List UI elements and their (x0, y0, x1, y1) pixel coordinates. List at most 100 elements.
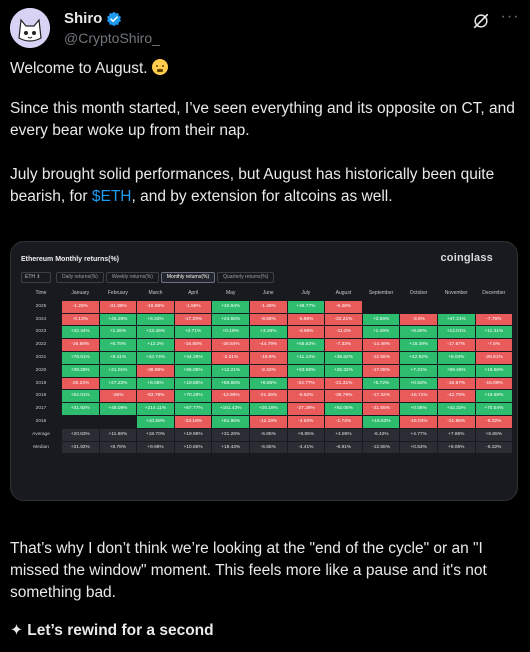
table-cell: -17.67% (437, 339, 475, 351)
table-cell: +8.78% (99, 339, 137, 351)
table-cell: +18.70% (137, 428, 174, 441)
table-cell: -8.68% (249, 313, 287, 326)
table-cell: +26.19% (249, 403, 287, 415)
table-cell: -21.95% (437, 415, 475, 428)
table-cell: +67.77% (174, 403, 212, 415)
table-cell: +0.53% (400, 441, 437, 454)
returns-tabs: Daily returns(%) Weekly returns(%) Monthly… (56, 272, 276, 283)
table-row: 2020 +39.28% +21.01% -38.98% +55.06% +12.21% -… (21, 364, 513, 377)
table-cell: -15.09% (475, 377, 513, 390)
row-label: 2017 (35, 406, 47, 412)
table-cell: +10.66% (174, 441, 212, 454)
row-label: 2023 (35, 329, 47, 335)
table-cell: -3.6% (400, 313, 437, 326)
table-cell: -31.95% (99, 300, 137, 313)
table-cell: +92.06% (325, 403, 362, 415)
row-label: 2022 (35, 342, 47, 348)
table-cell (62, 416, 99, 428)
table-cell: -0.13% (62, 313, 99, 326)
table-cell: +56.62% (287, 339, 325, 351)
table-cell: +11.14% (287, 351, 325, 364)
table-cell: -7.33% (325, 339, 362, 351)
table-cell: -15.9% (249, 351, 287, 364)
tweet-paragraph-4: That’s why I don’t think we’re looking a… (10, 540, 487, 601)
table-cell: -22.21% (325, 313, 362, 326)
grok-icon[interactable] (472, 12, 490, 30)
table-cell: +8.86% (249, 377, 287, 390)
column-header: June (262, 290, 274, 296)
table-cell: -6.91% (325, 441, 362, 454)
table-cell: +0.16% (212, 326, 249, 339)
table-cell: +5.72% (362, 377, 400, 390)
table-cell: -24.77% (287, 377, 325, 390)
table-cell: +78.51% (62, 351, 99, 364)
table-cell: -12.55% (362, 441, 400, 454)
display-name[interactable]: Shiro (64, 10, 102, 27)
table-cell: +19.66% (475, 364, 513, 377)
returns-tab: Daily returns(%) (56, 272, 104, 283)
asset-select-value: ETH (25, 274, 35, 280)
table-cell: +46.28% (99, 313, 137, 326)
table-row: Average +20.63% +11.68% +18.70% +19.98% +31.2… (21, 428, 513, 441)
table-cell: -6.82% (287, 390, 325, 403)
table-cell: +19.98% (174, 428, 212, 441)
table-row: 2018 +52.01% -26% -53.79% +70.29% -13.96% -21.… (21, 390, 513, 403)
row-label: 2020 (35, 367, 47, 373)
column-header: December (482, 290, 506, 296)
table-cell: -21.36% (249, 390, 287, 403)
table-cell: -1.28% (62, 300, 99, 313)
column-header: March (148, 290, 163, 296)
table-cell: +70.54% (475, 403, 513, 415)
table-cell: -7.76% (475, 313, 513, 326)
more-options-icon[interactable]: ··· (500, 9, 520, 30)
table-cell: +8.06% (437, 441, 475, 454)
table-cell: -23.18% (174, 415, 212, 428)
paragraph-1-text: Welcome to August. (10, 60, 148, 77)
table-cell: +70.29% (174, 390, 212, 403)
table-cell: -44.79% (249, 339, 287, 351)
eth-cashtag-link[interactable]: $ETH (92, 188, 132, 205)
table-cell: +25.32% (325, 364, 362, 377)
table-row: 2023 +32.44% +1.26% +13.46% +2.71% +0.16% +3.2… (21, 326, 513, 339)
table-cell: +10.58% (137, 415, 174, 428)
table-cell: -1.49% (249, 300, 287, 313)
table-cell: +6.85% (475, 428, 513, 441)
table-cell: -42.79% (437, 390, 475, 403)
table-cell (476, 301, 513, 313)
table-cell: +40.84% (212, 300, 249, 313)
table-row: 2021 +78.51% +8.41% +34.74% +44.29% -2.31% -15… (21, 351, 513, 364)
handle[interactable]: @CryptoShiro_ (64, 30, 160, 46)
table-cell: -7.6% (475, 339, 513, 351)
table-cell: -12.55% (362, 351, 400, 364)
returns-table-image[interactable]: Ethereum Monthly returns(%) coinglass ET… (10, 241, 518, 501)
column-header: February (107, 290, 128, 296)
avatar[interactable] (10, 8, 50, 48)
column-header: July (301, 290, 311, 296)
table-cell: +31.28% (212, 428, 249, 441)
table-cell: +8.41% (99, 351, 137, 364)
table-cell: -36.79% (325, 390, 362, 403)
table-cell: -5.88% (287, 313, 325, 326)
table-cell: -18.69% (137, 300, 174, 313)
table-cell (400, 301, 437, 313)
returns-tab: Weekly returns(%) (105, 272, 159, 283)
table-cell: +47.31% (437, 313, 475, 326)
table-cell: +32.44% (62, 326, 99, 339)
table-cell: +16.53% (362, 415, 400, 428)
table-cell: -16.67% (437, 377, 475, 390)
row-label: 2024 (35, 316, 47, 322)
table-cell: -11.2% (325, 326, 362, 339)
table-cell: +21.01% (99, 364, 137, 377)
table-cell: -6.32% (475, 441, 513, 454)
table-cell: +161.43% (212, 403, 249, 415)
table-cell: -5.55% (249, 441, 287, 454)
table-cell: -14.49% (362, 339, 400, 351)
table-cell: -53.79% (137, 390, 174, 403)
returns-tab: Quarterly returns(%) (217, 272, 275, 283)
table-cell: +18.58% (174, 377, 212, 390)
row-label: 2018 (35, 393, 47, 399)
table-row: 2017 +31.92% +48.09% +214.11% +67.77% +161.43… (21, 403, 513, 415)
table-cell: -20.61% (475, 351, 513, 364)
table-cell: +4.77% (400, 428, 437, 441)
table-cell: -16.88% (174, 339, 212, 351)
